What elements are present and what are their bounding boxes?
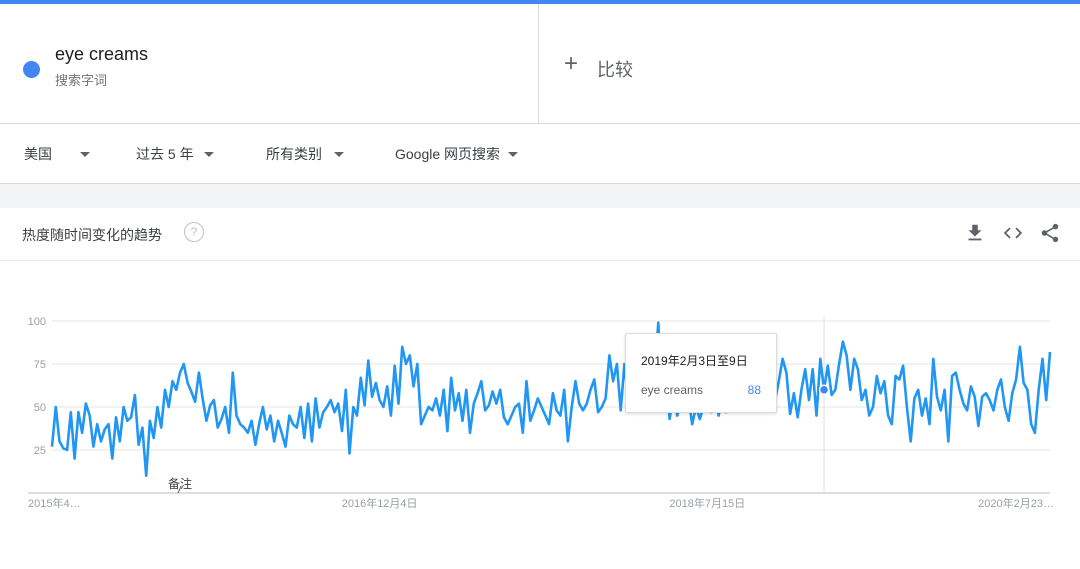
category-label: 所有类别 — [266, 146, 322, 162]
tooltip-value: 88 — [747, 383, 761, 397]
x-tick-label: 2020年2月23… — [978, 496, 1054, 510]
x-tick-label: 2015年4… — [28, 496, 81, 510]
region-label: 美国 — [24, 146, 52, 162]
tooltip-term: eye creams — [641, 383, 704, 397]
chevron-down-icon — [508, 151, 519, 157]
compare-card[interactable]: + 比较 — [539, 4, 1080, 124]
trend-chart[interactable]: 25 50 75 100 2015年4… 2016年12月4日 2018年7月15日 2020… — [0, 260, 1080, 569]
category-dropdown[interactable]: 所有类别 — [266, 144, 344, 164]
help-icon[interactable]: ? — [184, 222, 204, 242]
y-tick-label: 75 — [34, 359, 46, 371]
chart-tooltip: 2019年2月3日至9日 eye creams 88 — [625, 333, 777, 413]
tooltip-date: 2019年2月3日至9日 — [641, 354, 748, 368]
search-term-card[interactable]: eye creams 搜索字词 — [0, 4, 539, 124]
region-dropdown[interactable]: 美国 — [24, 144, 90, 164]
y-tick-label: 25 — [34, 445, 46, 457]
highlight-point — [818, 384, 830, 396]
time-range-dropdown[interactable]: 过去 5 年 — [136, 144, 214, 164]
x-tick-label: 2018年7月15日 — [669, 496, 745, 510]
time-range-label: 过去 5 年 — [136, 146, 194, 162]
chevron-down-icon — [80, 151, 90, 157]
filter-bar: 美国 过去 5 年 所有类别 Google 网页搜索 — [0, 124, 1080, 184]
x-tick-label: 2016年12月4日 — [342, 496, 418, 510]
panel-title: 热度随时间变化的趋势 — [22, 227, 162, 243]
search-type-label: Google 网页搜索 — [395, 146, 501, 162]
term-color-dot — [23, 61, 40, 78]
search-term-type: 搜索字词 — [55, 73, 108, 88]
annotation-label: 备注 — [168, 476, 192, 491]
search-term-name[interactable]: eye creams — [55, 44, 148, 65]
chevron-down-icon — [203, 151, 214, 157]
series-line-eye-creams — [50, 321, 1052, 478]
section-divider — [0, 184, 1080, 208]
download-icon[interactable] — [964, 222, 986, 244]
share-icon[interactable] — [1039, 222, 1061, 244]
y-tick-label: 50 — [34, 402, 46, 414]
search-type-dropdown[interactable]: Google 网页搜索 — [395, 144, 519, 164]
chevron-down-icon — [334, 151, 344, 157]
compare-label[interactable]: 比较 — [597, 56, 633, 82]
y-tick-label: 100 — [28, 316, 46, 328]
interest-over-time-panel: 热度随时间变化的趋势 ? 25 50 75 100 2015年4… 2016年12月4日 2… — [0, 208, 1080, 569]
plus-icon[interactable]: + — [564, 52, 578, 76]
panel-header: 热度随时间变化的趋势 ? — [0, 208, 1080, 261]
embed-code-icon[interactable] — [1002, 222, 1024, 244]
